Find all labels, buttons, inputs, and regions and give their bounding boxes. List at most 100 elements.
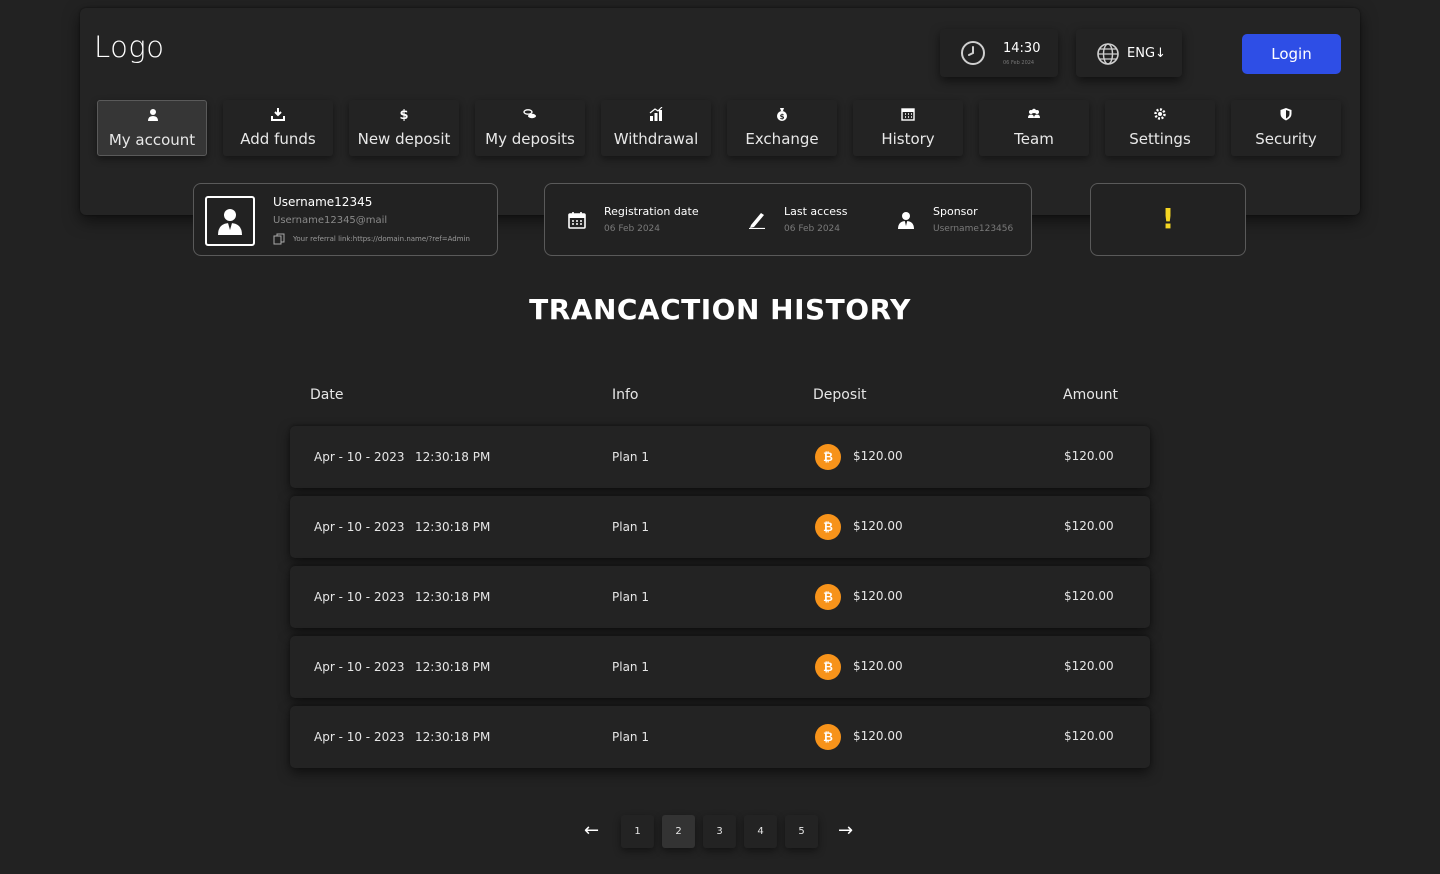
nav-item-settings[interactable]: Settings (1105, 100, 1215, 156)
page-button-4[interactable]: 4 (744, 815, 777, 848)
copy-icon[interactable] (273, 233, 285, 245)
row-date: Apr - 10 - 2023 (314, 730, 405, 744)
table-row[interactable]: Apr - 10 - 2023 12:30:18 PM Plan 1 ₿ $12… (290, 566, 1150, 628)
alert-icon: ! (1161, 202, 1175, 235)
prev-page-arrow[interactable]: ← (584, 820, 599, 841)
table-row[interactable]: Apr - 10 - 2023 12:30:18 PM Plan 1 ₿ $12… (290, 706, 1150, 768)
sponsor-label: Sponsor (933, 205, 978, 218)
row-deposit: $120.00 (853, 589, 903, 603)
nav-label: Withdrawal (613, 130, 699, 148)
shield-icon (1280, 108, 1292, 121)
nav-item-security[interactable]: Security (1231, 100, 1341, 156)
account-info-card: Registration date 06 Feb 2024 Last acces… (544, 183, 1032, 256)
registration-date-block: Registration date 06 Feb 2024 (545, 184, 725, 257)
next-page-arrow[interactable]: → (838, 820, 853, 841)
row-info: Plan 1 (612, 730, 649, 744)
gear-icon (1154, 108, 1166, 120)
login-button[interactable]: Login (1242, 34, 1341, 74)
sponsor-value: Username123456 (933, 224, 1014, 234)
nav-label: History (881, 130, 935, 148)
chart-up-icon (649, 107, 663, 121)
svg-text:$: $ (780, 113, 785, 121)
nav-label: Team (1014, 130, 1054, 148)
row-deposit: $120.00 (853, 659, 903, 673)
row-amount: $120.00 (1064, 729, 1114, 743)
nav-item-my-deposits[interactable]: My deposits (475, 100, 585, 156)
row-amount: $120.00 (1064, 449, 1114, 463)
bitcoin-icon: ₿ (815, 724, 841, 750)
coins-icon (523, 109, 536, 119)
team-icon (1028, 108, 1040, 118)
row-time: 12:30:18 PM (415, 730, 491, 744)
page-button-2[interactable]: 2 (662, 815, 695, 848)
main-nav: My account Add funds $ New deposit My de… (97, 100, 1349, 156)
row-deposit: $120.00 (853, 449, 903, 463)
row-amount: $120.00 (1064, 659, 1114, 673)
download-icon (271, 108, 285, 121)
globe-icon (1097, 43, 1119, 65)
row-amount: $120.00 (1064, 519, 1114, 533)
nav-item-new-deposit[interactable]: $ New deposit (349, 100, 459, 156)
table-row[interactable]: Apr - 10 - 2023 12:30:18 PM Plan 1 ₿ $12… (290, 496, 1150, 558)
calendar-icon (568, 212, 586, 229)
pencil-icon (749, 213, 765, 229)
column-header-info: Info (612, 387, 639, 403)
language-selector[interactable]: ENG↓ (1076, 29, 1182, 77)
user-card: Username12345 Username12345@mail Your re… (193, 183, 498, 256)
row-deposit: $120.00 (853, 519, 903, 533)
column-header-deposit: Deposit (813, 387, 867, 403)
row-info: Plan 1 (612, 450, 649, 464)
nav-label: Settings (1129, 130, 1191, 148)
nav-label: My deposits (485, 130, 575, 148)
last-access-label: Last access (784, 205, 848, 218)
dollar-icon: $ (399, 108, 408, 121)
registration-date-value: 06 Feb 2024 (604, 224, 661, 234)
bitcoin-icon: ₿ (815, 514, 841, 540)
row-time: 12:30:18 PM (415, 450, 491, 464)
row-date: Apr - 10 - 2023 (314, 450, 405, 464)
sponsor-block: Sponsor Username123456 (875, 184, 1033, 257)
nav-item-withdrawal[interactable]: Withdrawal (601, 100, 711, 156)
table-row[interactable]: Apr - 10 - 2023 12:30:18 PM Plan 1 ₿ $12… (290, 426, 1150, 488)
username: Username12345 (273, 195, 373, 209)
page-button-1[interactable]: 1 (621, 815, 654, 848)
user-email: Username12345@mail (273, 215, 388, 226)
nav-label: New deposit (357, 130, 451, 148)
avatar (205, 196, 255, 246)
row-date: Apr - 10 - 2023 (314, 660, 405, 674)
row-amount: $120.00 (1064, 589, 1114, 603)
registration-date-label: Registration date (604, 205, 699, 218)
calendar-icon (901, 108, 915, 121)
nav-item-my-account[interactable]: My account (97, 100, 207, 156)
page-button-3[interactable]: 3 (703, 815, 736, 848)
row-info: Plan 1 (612, 520, 649, 534)
nav-item-add-funds[interactable]: Add funds (223, 100, 333, 156)
row-time: 12:30:18 PM (415, 520, 491, 534)
nav-item-exchange[interactable]: $ Exchange (727, 100, 837, 156)
logo[interactable]: Logo (94, 30, 165, 64)
page-button-5[interactable]: 5 (785, 815, 818, 848)
last-access-block: Last access 06 Feb 2024 (725, 184, 875, 257)
clock-icon (961, 41, 985, 65)
svg-text:$: $ (399, 108, 408, 121)
last-access-value: 06 Feb 2024 (784, 224, 841, 234)
row-time: 12:30:18 PM (415, 660, 491, 674)
nav-item-history[interactable]: History (853, 100, 963, 156)
table-row[interactable]: Apr - 10 - 2023 12:30:18 PM Plan 1 ₿ $12… (290, 636, 1150, 698)
user-avatar-icon (218, 209, 242, 235)
row-time: 12:30:18 PM (415, 590, 491, 604)
row-date: Apr - 10 - 2023 (314, 520, 405, 534)
nav-label: Security (1255, 130, 1317, 148)
bitcoin-icon: ₿ (815, 584, 841, 610)
referral-link[interactable]: Your referral link:https://domain.name/?… (293, 235, 470, 243)
bitcoin-icon: ₿ (815, 654, 841, 680)
alert-card[interactable]: ! (1090, 183, 1246, 256)
column-header-amount: Amount (1063, 387, 1119, 403)
page-title: TRANCACTION HISTORY (529, 293, 911, 326)
nav-item-team[interactable]: Team (979, 100, 1089, 156)
bitcoin-icon: ₿ (815, 444, 841, 470)
user-icon (148, 109, 158, 121)
money-bag-icon: $ (777, 108, 787, 121)
nav-label: My account (108, 131, 196, 149)
column-header-date: Date (310, 387, 344, 403)
